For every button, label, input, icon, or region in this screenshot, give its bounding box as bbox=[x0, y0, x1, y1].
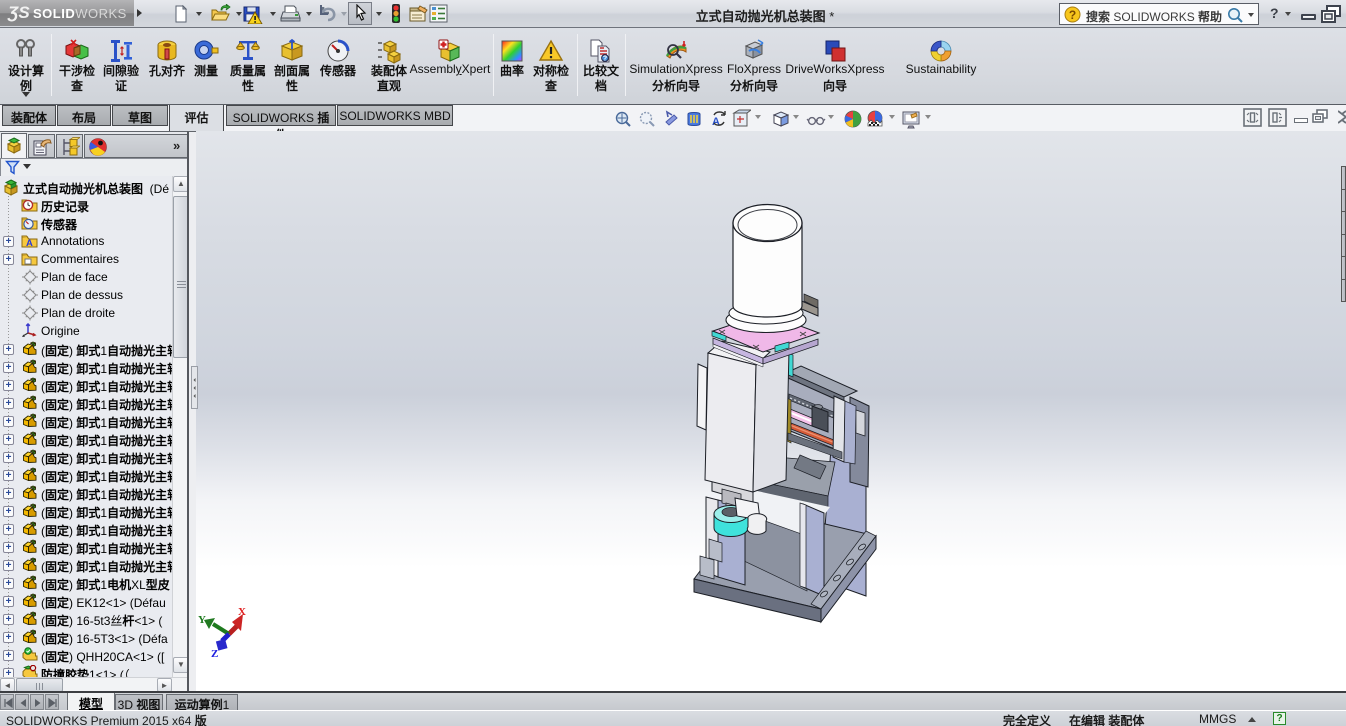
svg-text:Y: Y bbox=[198, 614, 206, 626]
svg-text:Z: Z bbox=[211, 648, 218, 660]
svg-text:A: A bbox=[712, 116, 720, 128]
svg-text:A: A bbox=[26, 238, 33, 249]
svg-text:X: X bbox=[238, 606, 246, 618]
svg-text:?: ? bbox=[1069, 8, 1076, 22]
